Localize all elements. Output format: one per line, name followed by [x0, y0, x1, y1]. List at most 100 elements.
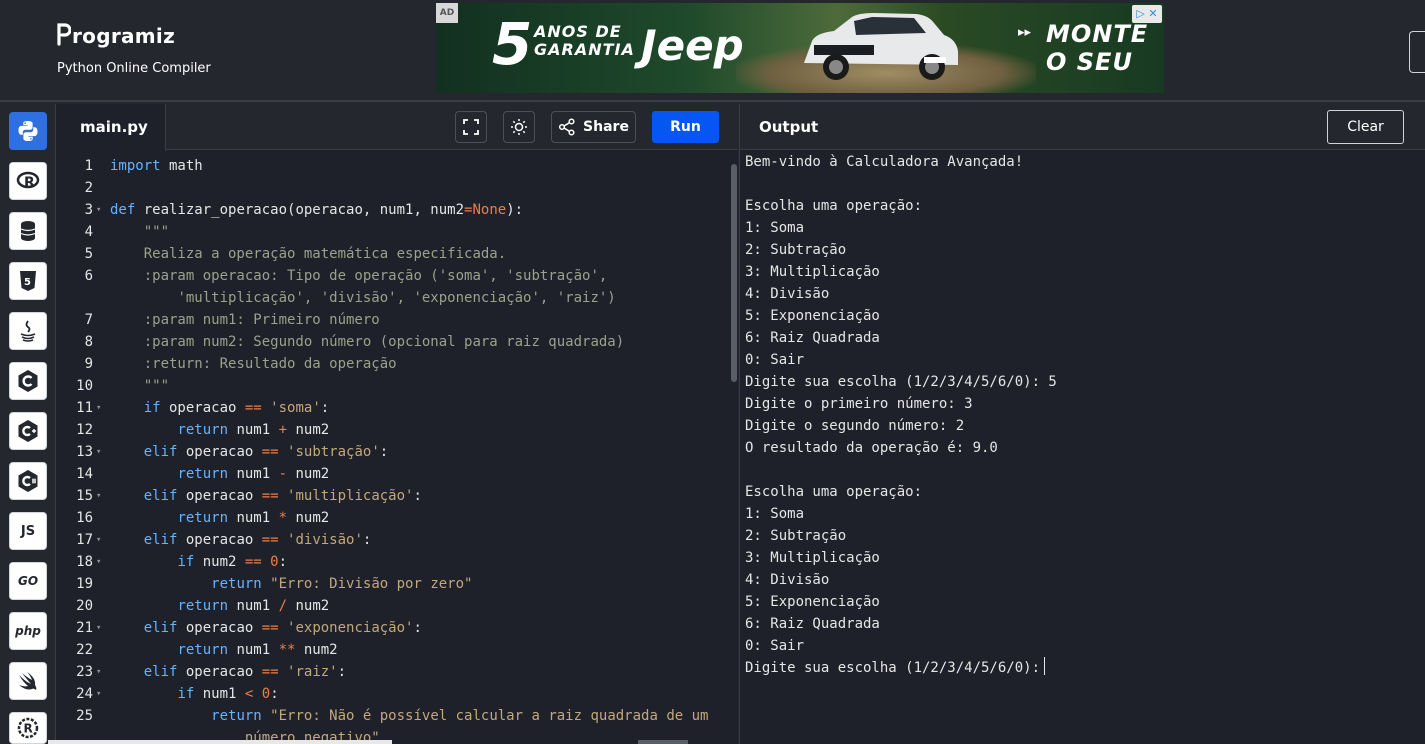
- clear-button[interactable]: Clear: [1327, 110, 1404, 144]
- line-number: 18: [76, 554, 93, 570]
- code-token: "Erro: Não é possível calcular a raiz qu…: [270, 708, 709, 724]
- header-action-button[interactable]: [1409, 31, 1425, 73]
- code-line[interactable]: 16 return num1 * num2: [56, 507, 738, 529]
- fold-chevron-icon[interactable]: ▾: [96, 529, 101, 551]
- code-line[interactable]: 20 return num1 / num2: [56, 595, 738, 617]
- sidebar-item-rust[interactable]: R: [9, 712, 47, 744]
- sidebar-item-go[interactable]: GO: [9, 562, 47, 600]
- code-line[interactable]: 4 """: [56, 221, 738, 243]
- line-number: 7: [84, 312, 93, 328]
- js-icon: JS: [20, 523, 36, 539]
- output-title: Output: [759, 118, 819, 136]
- fold-chevron-icon[interactable]: ▾: [96, 551, 101, 573]
- output-text: 6: Raiz Quadrada: [745, 616, 880, 632]
- fold-chevron-icon[interactable]: ▾: [96, 617, 101, 639]
- programiz-p-icon: [57, 22, 72, 46]
- sidebar-item-r[interactable]: R: [9, 162, 47, 200]
- code-line[interactable]: 24 ▾ if num1 < 0:: [56, 683, 738, 705]
- line-number: 9: [84, 356, 93, 372]
- output-pane: Output Clear Bem-vindo à Calculadora Ava…: [739, 104, 1425, 744]
- share-label: Share: [583, 119, 629, 135]
- ad-info-icon[interactable]: ▷ ✕: [1132, 5, 1162, 23]
- fold-chevron-icon[interactable]: ▾: [96, 485, 101, 507]
- code-token: num1: [228, 510, 279, 526]
- advertisement-banner[interactable]: AD 5 ANOS DE GARANTIA Jeep ▸▸ MONTE O SE…: [436, 3, 1164, 93]
- sidebar-item-java[interactable]: [9, 312, 47, 350]
- code-token: num1: [228, 466, 279, 482]
- code-editor-pane: main.py Share Run 1 import math 2 3 ▾ def rea…: [56, 104, 738, 744]
- horizontal-scrollbar[interactable]: [48, 740, 392, 744]
- sidebar-item-php[interactable]: php: [9, 612, 47, 650]
- code-text: return "Erro: Divisão por zero": [211, 573, 472, 595]
- code-line[interactable]: 7:param num1: Primeiro número: [56, 309, 738, 331]
- code-token: return: [177, 642, 229, 658]
- code-line[interactable]: 19 return "Erro: Divisão por zero": [56, 573, 738, 595]
- tab-main-py[interactable]: main.py: [56, 104, 166, 151]
- fullscreen-button[interactable]: [455, 111, 487, 143]
- output-line: Digite sua escolha (1/2/3/4/5/6/0):: [745, 657, 1421, 679]
- code-line[interactable]: 8:param num2: Segundo número (opcional p…: [56, 331, 738, 353]
- sidebar-item-csharp[interactable]: [9, 462, 47, 500]
- sidebar-item-python[interactable]: [9, 112, 47, 150]
- fold-chevron-icon[interactable]: ▾: [96, 661, 101, 683]
- code-line[interactable]: 10 """: [56, 375, 738, 397]
- fold-chevron-icon[interactable]: ▾: [96, 397, 101, 419]
- code-token: 'subtração': [287, 444, 380, 460]
- code-line[interactable]: 15 ▾ elif operacao == 'multiplicação':: [56, 485, 738, 507]
- ad-brand: Jeep: [641, 21, 744, 70]
- theme-toggle-button[interactable]: [503, 111, 535, 143]
- code-line[interactable]: 6:param operacao: Tipo de operação ('som…: [56, 265, 738, 287]
- code-text: return num1 ** num2: [177, 639, 337, 661]
- code-line[interactable]: 18 ▾ if num2 == 0:: [56, 551, 738, 573]
- code-token: operacao: [177, 444, 262, 460]
- output-line: 6: Raiz Quadrada: [745, 327, 1421, 349]
- code-line[interactable]: 3 ▾ def realizar_operacao(operacao, num1, …: [56, 199, 738, 221]
- code-area[interactable]: 1 import math 2 3 ▾ def realizar_operacao(ope…: [56, 151, 738, 744]
- code-token: 'soma': [270, 400, 321, 416]
- sidebar-item-swift[interactable]: [9, 662, 47, 700]
- code-line[interactable]: 12 return num1 + num2: [56, 419, 738, 441]
- output-console[interactable]: Bem-vindo à Calculadora Avançada! Escolha…: [745, 151, 1421, 679]
- code-line[interactable]: 25 return "Erro: Não é possível calcular …: [56, 705, 738, 727]
- code-token: :: [270, 686, 279, 702]
- code-line[interactable]: 2: [56, 177, 738, 199]
- code-line[interactable]: 11 ▾ if operacao == 'soma':: [56, 397, 738, 419]
- code-text: Realiza a operação matemática especifica…: [144, 243, 506, 265]
- output-toolbar: Output Clear: [740, 104, 1425, 150]
- fold-chevron-icon[interactable]: ▾: [96, 199, 101, 221]
- csharp-icon: [18, 470, 38, 492]
- code-line[interactable]: 'multiplicação', 'divisão', 'exponenciaç…: [56, 287, 738, 309]
- code-text: return num1 * num2: [177, 507, 329, 529]
- run-button[interactable]: Run: [652, 111, 719, 143]
- sidebar-item-c[interactable]: [9, 362, 47, 400]
- sidebar-item-sql[interactable]: [9, 212, 47, 250]
- sidebar-item-js[interactable]: JS: [9, 512, 47, 550]
- code-line[interactable]: 23 ▾ elif operacao == 'raiz':: [56, 661, 738, 683]
- editor-vertical-scrollbar[interactable]: [731, 164, 737, 382]
- code-line[interactable]: 21 ▾ elif operacao == 'exponenciação':: [56, 617, 738, 639]
- r-language-icon: R: [16, 171, 40, 191]
- code-line[interactable]: 22 return num1 ** num2: [56, 639, 738, 661]
- code-line[interactable]: 9:return: Resultado da operação: [56, 353, 738, 375]
- programiz-logo[interactable]: rogramiz: [57, 22, 175, 48]
- fold-chevron-icon[interactable]: ▾: [96, 441, 101, 463]
- code-line[interactable]: 17 ▾ elif operacao == 'divisão':: [56, 529, 738, 551]
- code-text: elif operacao == 'divisão':: [144, 529, 372, 551]
- code-line[interactable]: 13 ▾ elif operacao == 'subtração':: [56, 441, 738, 463]
- code-token: num2: [287, 510, 330, 526]
- fold-chevron-icon[interactable]: ▾: [96, 683, 101, 705]
- code-token: elif: [143, 488, 178, 504]
- code-line[interactable]: 5 Realiza a operação matemática especific…: [56, 243, 738, 265]
- code-line[interactable]: 14 return num1 - num2: [56, 463, 738, 485]
- line-number: 21: [76, 620, 93, 636]
- horizontal-scrollbar-thumb[interactable]: [638, 740, 688, 744]
- code-text: def realizar_operacao(operacao, num1, nu…: [110, 199, 523, 221]
- sidebar-item-html[interactable]: 5: [9, 262, 47, 300]
- code-line[interactable]: 1 import math: [56, 155, 738, 177]
- output-text: 0: Sair: [745, 638, 805, 654]
- sidebar-item-cpp[interactable]: [9, 412, 47, 450]
- share-button[interactable]: Share: [551, 111, 636, 143]
